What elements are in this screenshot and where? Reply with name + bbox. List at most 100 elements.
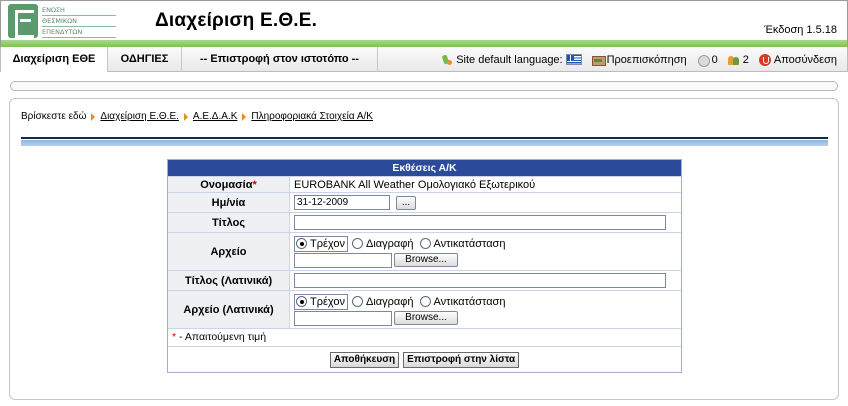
language-icon	[441, 54, 453, 66]
greek-flag-icon[interactable]	[565, 54, 582, 65]
form-actions: Αποθήκευση Επιστροφή στην λίστα	[168, 346, 681, 372]
menu-tools: Site default language: Προεπισκόπηση 0 2…	[441, 47, 837, 72]
version-label: Έκδοση 1.5.18	[764, 24, 837, 36]
radio-latin-current-label: Τρέχον	[310, 295, 345, 308]
breadcrumb: Βρίσκεστε εδώ Διαχείριση Ε.Θ.Ε. Α.Ε.Δ.Α.…	[21, 111, 373, 122]
title-label: Τίτλος	[168, 213, 290, 232]
radio-latin-replace[interactable]	[419, 296, 431, 307]
radio-delete-wrap[interactable]: Διαγραφή	[351, 236, 416, 252]
radio-current-label: Τρέχον	[310, 237, 345, 250]
row-title: Τίτλος	[168, 212, 681, 232]
name-value: EUROBANK All Weather Ομολογιακό Εξωτερικ…	[294, 178, 536, 191]
row-title-latin: Τίτλος (Λατινικά)	[168, 270, 681, 290]
rounded-divider-bar	[10, 81, 838, 91]
separator-line	[21, 137, 828, 139]
site-language-label: Site default language:	[456, 53, 563, 66]
preview-icon	[591, 54, 606, 66]
file-latin-picker: Browse...	[294, 310, 677, 326]
title-latin-value-cell	[290, 271, 681, 290]
file-latin-label: Αρχείο (Λατινικά)	[168, 291, 290, 328]
row-file-latin: Αρχείο (Λατινικά) Τρέχον Διαγραφή Αντικα…	[168, 290, 681, 328]
date-input[interactable]: 31-12-2009	[294, 195, 390, 210]
messages-icon	[697, 54, 710, 67]
date-value-cell: 31-12-2009 ...	[290, 193, 681, 212]
header-accent-bar	[0, 40, 848, 47]
menu-item-admin[interactable]: Διαχείριση ΕΘΕ	[1, 47, 108, 72]
users-icon	[727, 54, 740, 66]
site-language[interactable]: Site default language:	[441, 48, 582, 72]
logout-link[interactable]: Αποσύνδεση	[758, 48, 837, 72]
file-latin-path-input[interactable]	[294, 310, 392, 326]
logo-line-2: ΘΕΣΜΙΚΩΝ	[42, 16, 116, 27]
title-latin-label: Τίτλος (Λατινικά)	[168, 271, 290, 290]
radio-current[interactable]	[296, 238, 307, 249]
breadcrumb-prefix: Βρίσκεστε εδώ	[21, 111, 87, 122]
menu-item-instructions[interactable]: ΟΔΗΓΙΕΣ	[108, 47, 182, 72]
row-date: Ημ/νία 31-12-2009 ...	[168, 192, 681, 212]
messages-link[interactable]: 0	[697, 48, 718, 72]
content-panel: Βρίσκεστε εδώ Διαχείριση Ε.Θ.Ε. Α.Ε.Δ.Α.…	[9, 98, 839, 400]
name-label-text: Ονομασία	[200, 178, 253, 191]
form-title: Εκθέσεις Α/Κ	[168, 160, 681, 176]
browse-button[interactable]: Browse...	[394, 253, 458, 267]
required-note-text: - Απαιτούμενη τιμή	[176, 331, 267, 343]
radio-replace[interactable]	[419, 238, 431, 249]
radio-latin-current[interactable]	[296, 296, 307, 307]
logo-line-3: ΕΠΕΝΔΥΤΩΝ	[42, 27, 116, 38]
reports-form: Εκθέσεις Α/Κ Ονομασία * EUROBANK All Weat…	[167, 159, 682, 373]
title-value-cell	[290, 213, 681, 232]
breadcrumb-arrow-icon	[242, 112, 247, 121]
logout-icon	[758, 53, 771, 66]
radio-delete[interactable]	[351, 238, 363, 249]
title-latin-input[interactable]	[294, 273, 666, 288]
users-count: 2	[742, 53, 749, 66]
menu-bar: Διαχείριση ΕΘΕ ΟΔΗΓΙΕΣ -- Επιστροφή στον…	[0, 47, 848, 72]
file-latin-value-cell: Τρέχον Διαγραφή Αντικατάσταση Browse...	[290, 291, 681, 328]
radio-latin-replace-wrap[interactable]: Αντικατάσταση	[419, 294, 508, 310]
row-name: Ονομασία * EUROBANK All Weather Ομολογιακ…	[168, 176, 681, 192]
date-picker-button[interactable]: ...	[396, 195, 416, 210]
file-path-input[interactable]	[294, 252, 392, 268]
separator-band	[21, 140, 828, 146]
logout-label: Αποσύνδεση	[773, 53, 837, 66]
logo-line-1: ΕΝΩΣΗ	[42, 5, 116, 16]
preview-label: Προεπισκόπηση	[606, 53, 687, 66]
breadcrumb-arrow-icon	[183, 112, 188, 121]
radio-latin-delete-wrap[interactable]: Διαγραφή	[351, 294, 416, 310]
logo-text: ΕΝΩΣΗ ΘΕΣΜΙΚΩΝ ΕΠΕΝΔΥΤΩΝ	[42, 5, 116, 38]
logo[interactable]: ΕΝΩΣΗ ΘΕΣΜΙΚΩΝ ΕΠΕΝΔΥΤΩΝ	[6, 3, 116, 39]
browse-latin-button[interactable]: Browse...	[394, 311, 458, 325]
radio-delete-label: Διαγραφή	[365, 237, 414, 250]
file-latin-radio-group: Τρέχον Διαγραφή Αντικατάσταση	[294, 293, 677, 310]
back-to-list-button[interactable]: Επιστροφή στην λίστα	[403, 351, 520, 368]
date-label: Ημ/νία	[168, 193, 290, 212]
header: ΕΝΩΣΗ ΘΕΣΜΙΚΩΝ ΕΠΕΝΔΥΤΩΝ Διαχείριση Ε.Θ.…	[0, 0, 848, 40]
breadcrumb-link-admin[interactable]: Διαχείριση Ε.Θ.Ε.	[100, 111, 179, 122]
radio-latin-delete[interactable]	[351, 296, 363, 307]
save-button[interactable]: Αποθήκευση	[329, 351, 400, 368]
radio-current-wrap[interactable]: Τρέχον	[294, 235, 348, 252]
row-file: Αρχείο Τρέχον Διαγραφή Αντικατάσταση Bro…	[168, 232, 681, 270]
file-radio-group: Τρέχον Διαγραφή Αντικατάσταση	[294, 235, 677, 252]
name-label: Ονομασία *	[168, 177, 290, 192]
breadcrumb-arrow-icon	[91, 112, 96, 121]
menu-item-back-to-site[interactable]: -- Επιστροφή στον ιστοτόπο --	[182, 47, 378, 72]
required-marker: *	[252, 178, 257, 191]
title-input[interactable]	[294, 215, 666, 230]
users-link[interactable]: 2	[727, 48, 749, 72]
radio-latin-current-wrap[interactable]: Τρέχον	[294, 293, 348, 310]
breadcrumb-link-aedak[interactable]: Α.Ε.Δ.Α.Κ	[193, 111, 237, 122]
file-label: Αρχείο	[168, 233, 290, 270]
app-title: Διαχείριση Ε.Θ.Ε.	[155, 10, 318, 31]
messages-count: 0	[711, 53, 718, 66]
breadcrumb-link-fund-info[interactable]: Πληροφοριακά Στοιχεία Α/Κ	[251, 111, 373, 122]
file-picker: Browse...	[294, 252, 677, 268]
name-value-cell: EUROBANK All Weather Ομολογιακό Εξωτερικ…	[290, 177, 681, 192]
required-note: * - Απαιτούμενη τιμή	[168, 328, 681, 346]
radio-latin-delete-label: Διαγραφή	[365, 295, 414, 308]
radio-replace-wrap[interactable]: Αντικατάσταση	[419, 236, 508, 252]
logo-mark-icon	[8, 4, 38, 38]
preview-link[interactable]: Προεπισκόπηση	[591, 48, 687, 72]
radio-latin-replace-label: Αντικατάσταση	[433, 295, 506, 308]
radio-replace-label: Αντικατάσταση	[433, 237, 506, 250]
